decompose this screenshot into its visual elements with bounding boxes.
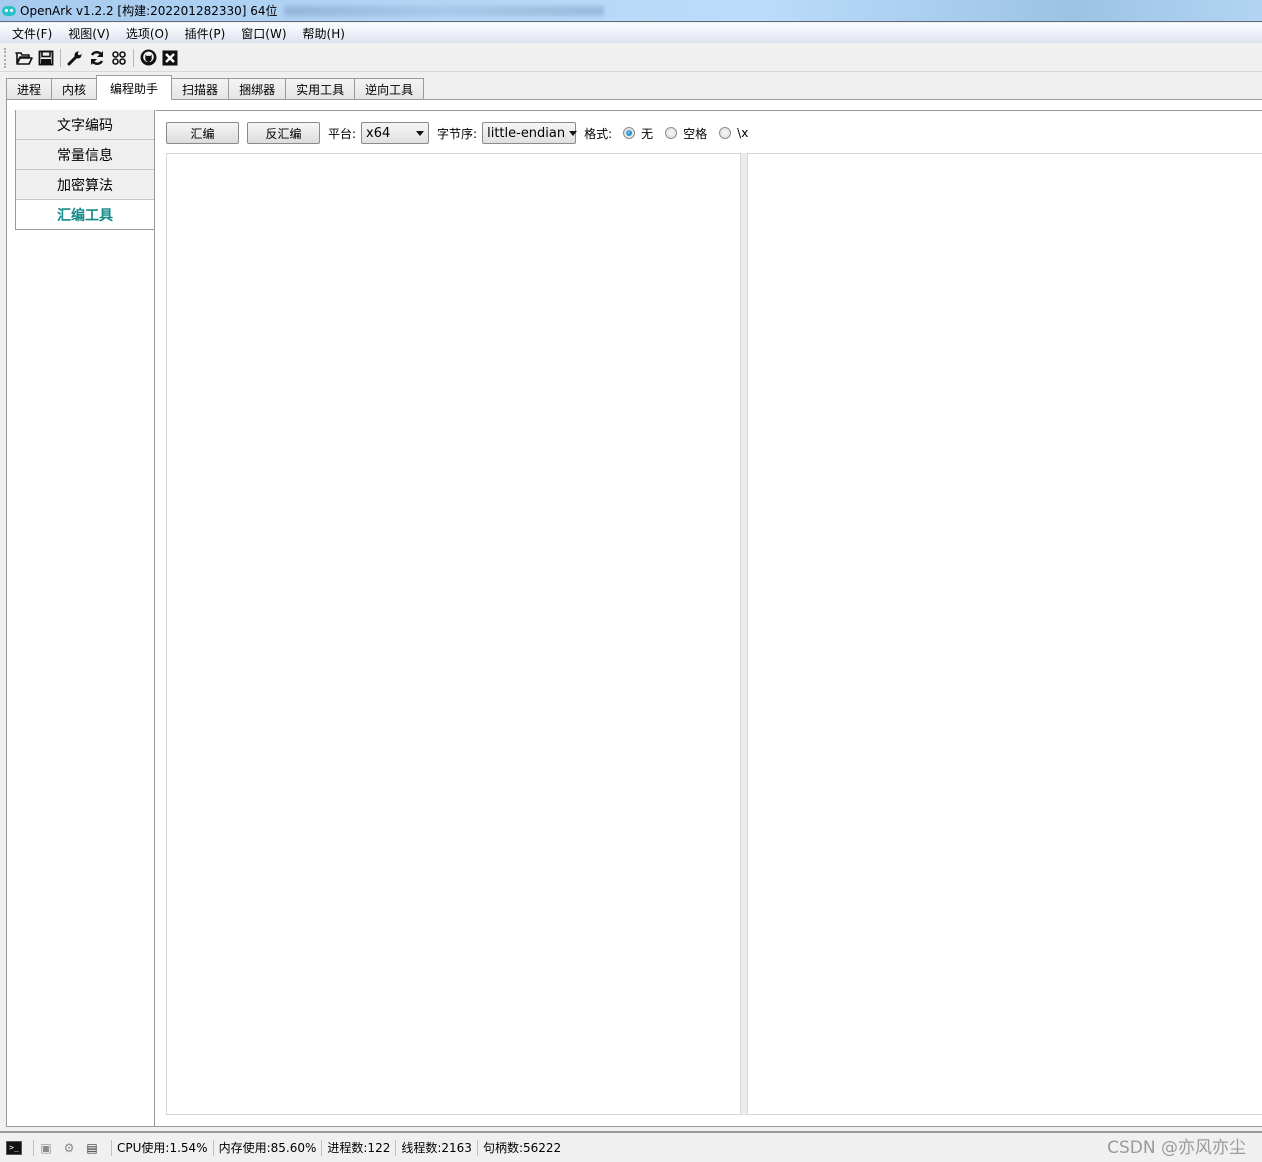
menu-plugins[interactable]: 插件(P): [177, 25, 234, 42]
toolbar-grip[interactable]: [4, 47, 7, 68]
blurred-title-text: [283, 5, 604, 16]
menu-bar: 文件(F) 视图(V) 选项(O) 插件(P) 窗口(W) 帮助(H): [0, 23, 1262, 43]
watermark: CSDN @亦风亦尘: [1107, 1138, 1246, 1158]
endian-label: 字节序:: [437, 126, 478, 141]
title-bar: OpenArk v1.2.2 [构建:202201282330] 64位: [0, 0, 1262, 22]
radio-unchecked-icon: [719, 127, 732, 139]
main-tab-bar: 进程 内核 编程助手 扫描器 捆绑器 实用工具 逆向工具: [6, 75, 425, 100]
asm-input-editor[interactable]: [166, 153, 741, 1115]
toolbar-separator: [133, 48, 134, 67]
sidebar-item-crypto[interactable]: 加密算法: [16, 170, 154, 200]
tab-process[interactable]: 进程: [6, 78, 53, 100]
gears-icon[interactable]: ⚙: [61, 1141, 77, 1155]
asm-output-editor[interactable]: [747, 153, 1262, 1115]
format-radio-space[interactable]: 空格: [665, 125, 713, 142]
endian-select[interactable]: little-endian: [482, 122, 578, 144]
radio-checked-icon: [623, 127, 636, 139]
format-radio-none-label: 无: [641, 126, 654, 141]
tab-utilities[interactable]: 实用工具: [285, 78, 356, 100]
status-separator: [212, 1139, 214, 1156]
github-icon[interactable]: [137, 47, 159, 69]
tab-kernel[interactable]: 内核: [51, 78, 98, 100]
process-count: 进程数:122: [327, 1141, 391, 1155]
open-folder-icon[interactable]: [13, 47, 35, 69]
asm-controls: 汇编 反汇编 平台: x64 字节序: little-endian 格式: 无 …: [166, 121, 754, 145]
coder-sidebar: 文字编码 常量信息 加密算法 汇编工具: [15, 110, 155, 1126]
menu-options[interactable]: 选项(O): [118, 25, 177, 42]
chevron-down-icon: [416, 130, 425, 136]
format-radio-space-label: 空格: [683, 126, 708, 141]
menu-help[interactable]: 帮助(H): [295, 25, 353, 42]
endian-value: little-endian: [487, 125, 566, 141]
tab-coder-kit[interactable]: 编程助手: [96, 75, 173, 100]
sidebar-item-asm-tools[interactable]: 汇编工具: [16, 200, 154, 230]
window-title: OpenArk v1.2.2 [构建:202201282330] 64位: [20, 4, 278, 18]
menu-window[interactable]: 窗口(W): [233, 25, 294, 42]
thread-count: 线程数:2163: [401, 1141, 472, 1155]
settings-file-icon[interactable]: ▣: [38, 1141, 54, 1155]
app-logo-icon: [2, 5, 16, 16]
sidebar-item-text-encoding[interactable]: 文字编码: [16, 110, 154, 140]
tab-scanner[interactable]: 扫描器: [171, 78, 230, 100]
refresh-icon[interactable]: [86, 47, 108, 69]
assemble-button[interactable]: 汇编: [166, 122, 239, 144]
platform-select[interactable]: x64: [361, 122, 430, 144]
status-separator: [321, 1139, 323, 1156]
asm-tool-page: 汇编 反汇编 平台: x64 字节序: little-endian 格式: 无 …: [156, 110, 1262, 1126]
menu-file[interactable]: 文件(F): [4, 25, 60, 42]
status-bar: >_ ▣ ⚙ ▤ CPU使用:1.54% 内存使用:85.60% 进程数:122…: [0, 1131, 1262, 1162]
sidebar-item-constants[interactable]: 常量信息: [16, 140, 154, 170]
tab-bundler[interactable]: 捆绑器: [228, 78, 287, 100]
wrench-icon[interactable]: [64, 47, 86, 69]
memory-usage: 内存使用:85.60%: [218, 1141, 317, 1155]
chip-icon[interactable]: ▤: [84, 1141, 100, 1155]
handle-count: 句柄数:56222: [482, 1141, 562, 1155]
tab-reverse-tools[interactable]: 逆向工具: [354, 78, 425, 100]
toolbar-separator: [60, 48, 61, 67]
tab-content-panel: 文字编码 常量信息 加密算法 汇编工具 汇编 反汇编 平台: x64 字节序: …: [6, 99, 1262, 1127]
close-box-icon[interactable]: [159, 47, 181, 69]
status-separator: [476, 1139, 478, 1156]
status-separator: [111, 1139, 112, 1156]
platform-value: x64: [366, 125, 391, 141]
apps-icon[interactable]: [108, 47, 130, 69]
save-icon[interactable]: [35, 47, 57, 69]
chevron-down-icon: [569, 130, 578, 136]
radio-unchecked-icon: [665, 127, 678, 139]
status-separator: [33, 1139, 34, 1156]
status-separator: [395, 1139, 397, 1156]
disassemble-button[interactable]: 反汇编: [247, 122, 320, 144]
format-radio-hex-escape[interactable]: \x: [719, 126, 754, 140]
format-label: 格式:: [584, 126, 613, 141]
menu-view[interactable]: 视图(V): [60, 25, 118, 42]
console-icon[interactable]: >_: [6, 1140, 22, 1155]
toolbar: [0, 44, 1262, 72]
platform-label: 平台:: [328, 126, 357, 141]
cpu-usage: CPU使用:1.54%: [117, 1141, 208, 1155]
format-radio-hex-escape-label: \x: [737, 126, 749, 140]
format-radio-none[interactable]: 无: [623, 125, 659, 142]
